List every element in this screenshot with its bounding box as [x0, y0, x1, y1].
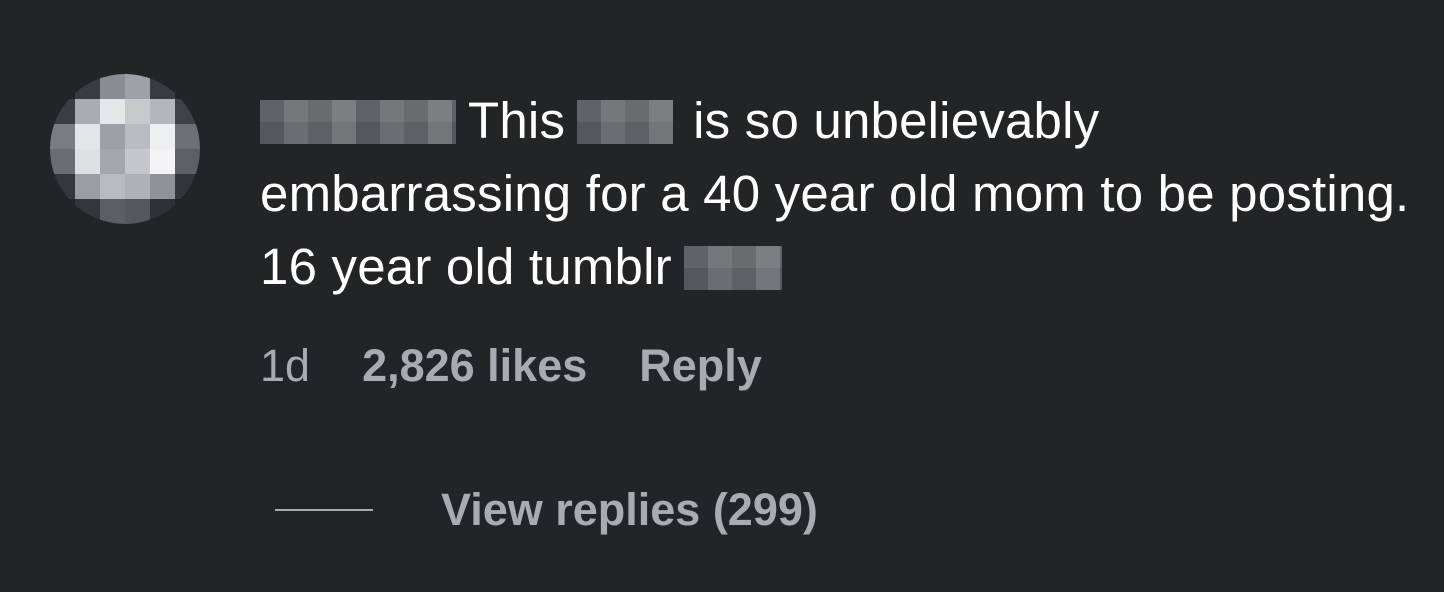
redacted-username[interactable] — [260, 100, 456, 144]
likes-count[interactable]: 2,826 likes — [362, 336, 587, 396]
reply-button[interactable]: Reply — [639, 336, 762, 396]
comment-text-part-1: This — [468, 92, 566, 149]
redacted-word — [683, 246, 782, 290]
view-replies-button[interactable]: View replies (299) — [275, 480, 818, 540]
view-replies-label: View replies (299) — [441, 484, 818, 535]
comment-meta: 1d 2,826 likes Reply — [260, 336, 762, 396]
comment-age: 1d — [260, 340, 311, 391]
avatar[interactable] — [50, 74, 200, 224]
replies-divider-line — [275, 509, 373, 511]
redacted-word — [577, 100, 674, 144]
comment-text: This is so unbelievably embarrassing for … — [260, 84, 1410, 303]
